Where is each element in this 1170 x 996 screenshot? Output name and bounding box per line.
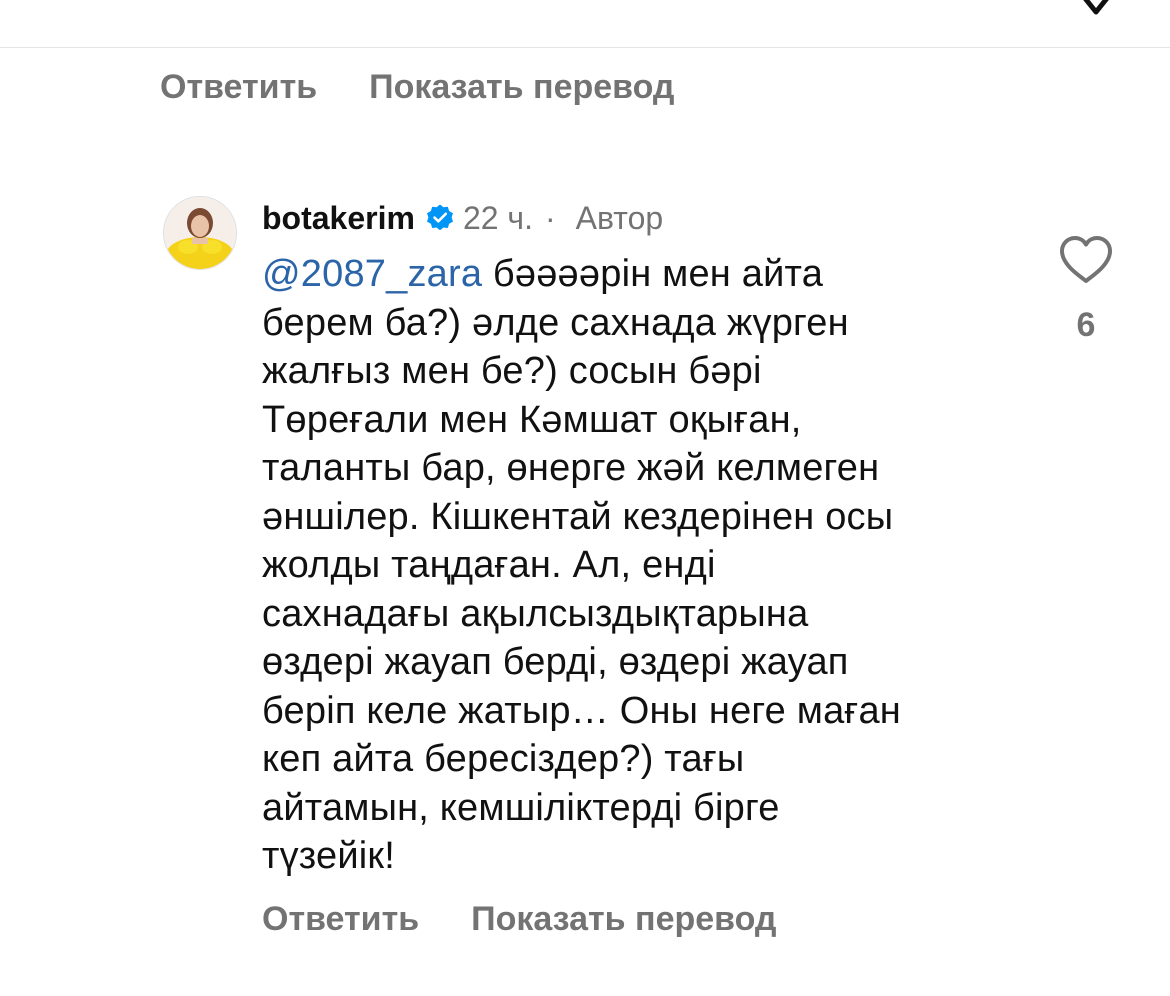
mention-link[interactable]: @2087_zara	[262, 253, 482, 295]
reply-button[interactable]: Ответить	[262, 900, 419, 939]
show-translation-button[interactable]: Показать перевод	[369, 68, 674, 107]
comment-line: беріп келе жатыр… Оны неге маған	[262, 689, 901, 732]
comment-line: @2087_zara бәәәәрін мен айта	[262, 250, 1022, 299]
comment-line: әншілер. Кішкентай кездерінен осы	[262, 495, 894, 538]
avatar[interactable]	[163, 196, 237, 270]
heart-outline-icon[interactable]	[1058, 234, 1114, 286]
author-badge: Автор	[575, 199, 664, 236]
comment-line: берем ба?) әлде сахнада жүрген	[262, 301, 849, 344]
reply-button[interactable]: Ответить	[160, 68, 317, 107]
comment-line: түзейік!	[262, 835, 395, 877]
comment-line: таланты бар, өнерге жәй келмеген	[262, 447, 880, 489]
comment-line: Төреғали мен Кәмшат оқыған,	[262, 398, 802, 441]
comment-line: кеп айта бересіздер?) тағы	[262, 738, 745, 780]
comment-line: айтамын, кемшіліктерді бірге	[262, 786, 780, 829]
verified-badge-icon	[425, 203, 455, 233]
comment-actions: Ответить Показать перевод	[262, 900, 777, 939]
comment-line: жолды таңдаған. Ал, енді	[262, 544, 716, 586]
comment-text: @2087_zara бәәәәрін мен айта берем ба?) …	[262, 250, 1022, 881]
comment-line-text: бәәәәрін мен айта	[482, 253, 824, 295]
like-count: 6	[1076, 306, 1096, 344]
comment-header: botakerim 22 ч. · Автор	[262, 196, 663, 240]
comment-line: сахнадағы ақылсыздықтарына	[262, 592, 809, 635]
meta-separator: ·	[544, 199, 556, 236]
chevron-down-icon[interactable]	[1076, 0, 1116, 25]
comment-time: 22 ч.	[462, 199, 533, 236]
previous-comment-fragment	[0, 0, 1170, 48]
show-translation-button[interactable]: Показать перевод	[471, 900, 776, 939]
comment-line: өздері жауап берді, өздері жауап	[262, 641, 849, 683]
username[interactable]: botakerim	[262, 200, 415, 237]
previous-comment-actions: Ответить Показать перевод	[160, 68, 675, 107]
divider	[0, 47, 1170, 48]
comment-line: жалғыз мен бе?) сосын бәрі	[262, 350, 762, 392]
